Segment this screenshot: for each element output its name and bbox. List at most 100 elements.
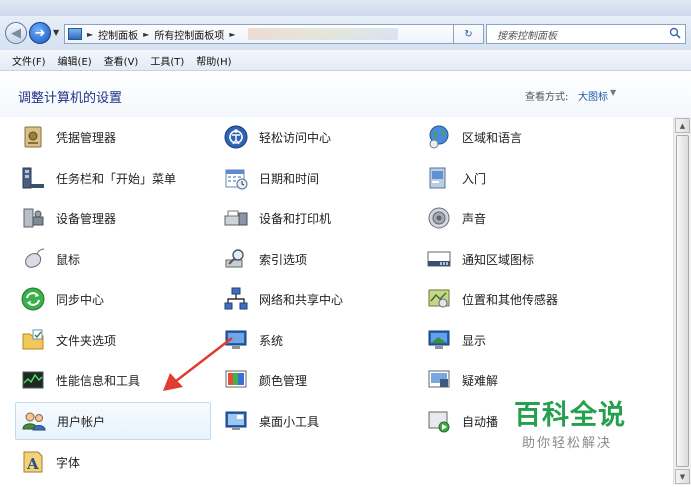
control-panel-icon (68, 28, 82, 40)
menu-bar: 文件(F) 编辑(E) 查看(V) 工具(T) 帮助(H) (0, 50, 691, 71)
credential-vault-icon (24, 126, 42, 148)
cp-item-device-manager[interactable]: 设备管理器 (15, 199, 211, 237)
location-sensors-icon (428, 289, 450, 308)
color-management-icon (225, 370, 247, 388)
menu-help[interactable]: 帮助(H) (190, 53, 237, 68)
chevron-down-icon[interactable]: ▼ (610, 88, 616, 97)
browser-chrome-strip (0, 0, 691, 16)
gadgets-icon (225, 411, 247, 430)
cp-item-credential-manager[interactable]: 凭据管理器 (15, 118, 211, 156)
item-label: 用户帐户 (57, 414, 106, 429)
cp-item-sync-center[interactable]: 同步中心 (15, 280, 211, 318)
cp-item-devices-printers[interactable]: 设备和打印机 (218, 199, 414, 237)
search-icon[interactable] (669, 27, 681, 39)
network-icon (224, 287, 248, 310)
item-label: 同步中心 (56, 292, 105, 307)
breadcrumb-separator-icon[interactable]: ► (229, 30, 235, 39)
item-label: 设备管理器 (56, 211, 117, 226)
cp-item-getting-started[interactable]: 入门 (421, 159, 617, 197)
cp-item-date-time[interactable]: 日期和时间 (218, 159, 414, 197)
cp-item-performance[interactable]: 性能信息和工具 (15, 361, 211, 399)
item-label: 凭据管理器 (56, 130, 117, 145)
cp-item-network[interactable]: 网络和共享中心 (218, 280, 414, 318)
notification-area-icon (427, 251, 451, 267)
search-placeholder: 搜索控制面板 (497, 30, 557, 42)
cp-item-display[interactable]: 显示 (421, 321, 617, 359)
history-dropdown-icon[interactable]: ▼ (53, 28, 59, 37)
item-label: 索引选项 (259, 252, 308, 267)
refresh-button[interactable]: ↻ (454, 24, 484, 44)
breadcrumb-separator-icon[interactable]: ► (87, 30, 93, 39)
cp-item-ease-of-access[interactable]: 轻松访问中心 (218, 118, 414, 156)
scroll-down-button[interactable]: ▼ (675, 469, 690, 484)
getting-started-icon (429, 167, 446, 189)
back-button[interactable]: ◀ (5, 22, 27, 44)
breadcrumb-separator-icon[interactable]: ► (143, 30, 149, 39)
system-icon (225, 330, 247, 349)
date-time-icon (225, 169, 248, 190)
forward-arrow-icon: ➜ (34, 25, 46, 41)
watermark-logo: 百科全说 (514, 400, 626, 431)
device-manager-icon (23, 208, 44, 228)
item-label: 轻松访问中心 (259, 130, 332, 145)
item-label: 文件夹选项 (56, 333, 117, 348)
forward-button[interactable]: ➜ (29, 22, 51, 44)
cp-item-sound[interactable]: 声音 (421, 199, 617, 237)
cp-item-region-language[interactable]: 区域和语言 (421, 118, 617, 156)
item-label: 通知区域图标 (462, 252, 535, 267)
menu-file[interactable]: 文件(F) (0, 53, 52, 68)
cp-item-indexing[interactable]: 索引选项 (218, 240, 414, 278)
cp-item-gadgets[interactable]: 桌面小工具 (218, 402, 414, 440)
menu-tools[interactable]: 工具(T) (144, 53, 190, 68)
cp-item-taskbar[interactable]: 任务栏和「开始」菜单 (15, 159, 211, 197)
search-input[interactable]: 搜索控制面板 (486, 24, 686, 44)
performance-icon (22, 371, 44, 389)
breadcrumb-control-panel[interactable]: 控制面板 (98, 27, 138, 42)
taskbar-icon (22, 167, 44, 189)
scroll-up-button[interactable]: ▲ (675, 118, 690, 133)
item-label: 任务栏和「开始」菜单 (56, 171, 177, 186)
user-accounts-icon (22, 412, 46, 431)
cp-item-system[interactable]: 系统 (218, 321, 414, 359)
cp-item-mouse[interactable]: 鼠标 (15, 240, 211, 278)
watermark-slogan: 助你轻松解决 (522, 436, 613, 451)
cp-item-notification-area[interactable]: 通知区域图标 (421, 240, 617, 278)
item-label: 性能信息和工具 (56, 373, 141, 388)
view-by-label: 查看方式: (525, 92, 569, 103)
breadcrumb-all-items[interactable]: 所有控制面板项 (154, 27, 224, 42)
cp-item-color-management[interactable]: 颜色管理 (218, 361, 414, 399)
cp-item-user-accounts[interactable]: 用户帐户 (15, 402, 211, 440)
item-label: 鼠标 (56, 252, 81, 267)
item-label: 颜色管理 (259, 373, 308, 388)
item-label: 日期和时间 (259, 171, 320, 186)
item-label: 网络和共享中心 (259, 292, 344, 307)
item-label: 字体 (56, 455, 81, 470)
view-by-dropdown[interactable]: 大图标 (578, 88, 608, 103)
address-bar-row: ◀ ➜ ▼ ► 控制面板 ► 所有控制面板项 ► ↻ 搜索控制面板 (0, 16, 691, 50)
refresh-icon: ↻ (464, 28, 473, 40)
cp-item-folder-options[interactable]: 文件夹选项 (15, 321, 211, 359)
devices-printers-icon (224, 210, 248, 226)
display-icon (428, 330, 450, 349)
menu-edit[interactable]: 编辑(E) (52, 53, 98, 68)
item-label: 设备和打印机 (259, 211, 332, 226)
fonts-icon: A (23, 451, 43, 473)
breadcrumb[interactable]: ► 控制面板 ► 所有控制面板项 ► (64, 24, 454, 44)
item-label: 疑难解 (462, 373, 499, 388)
item-label: 区域和语言 (462, 130, 523, 145)
mouse-icon (25, 248, 45, 268)
back-arrow-icon: ◀ (11, 25, 21, 41)
ease-of-access-icon (224, 125, 248, 149)
vertical-scrollbar[interactable]: ▲ ▼ (673, 117, 691, 485)
troubleshooting-icon (428, 370, 450, 388)
cp-item-location-sensors[interactable]: 位置和其他传感器 (421, 280, 617, 318)
item-label: 位置和其他传感器 (462, 292, 559, 307)
scroll-thumb[interactable] (676, 135, 689, 467)
menu-view[interactable]: 查看(V) (98, 53, 145, 68)
item-label: 自动播 (462, 414, 499, 429)
sync-center-icon (21, 287, 45, 311)
sound-icon (428, 207, 450, 229)
region-language-icon (429, 125, 449, 149)
cp-item-fonts[interactable]: A 字体 (15, 443, 211, 481)
blurred-region (248, 28, 399, 40)
